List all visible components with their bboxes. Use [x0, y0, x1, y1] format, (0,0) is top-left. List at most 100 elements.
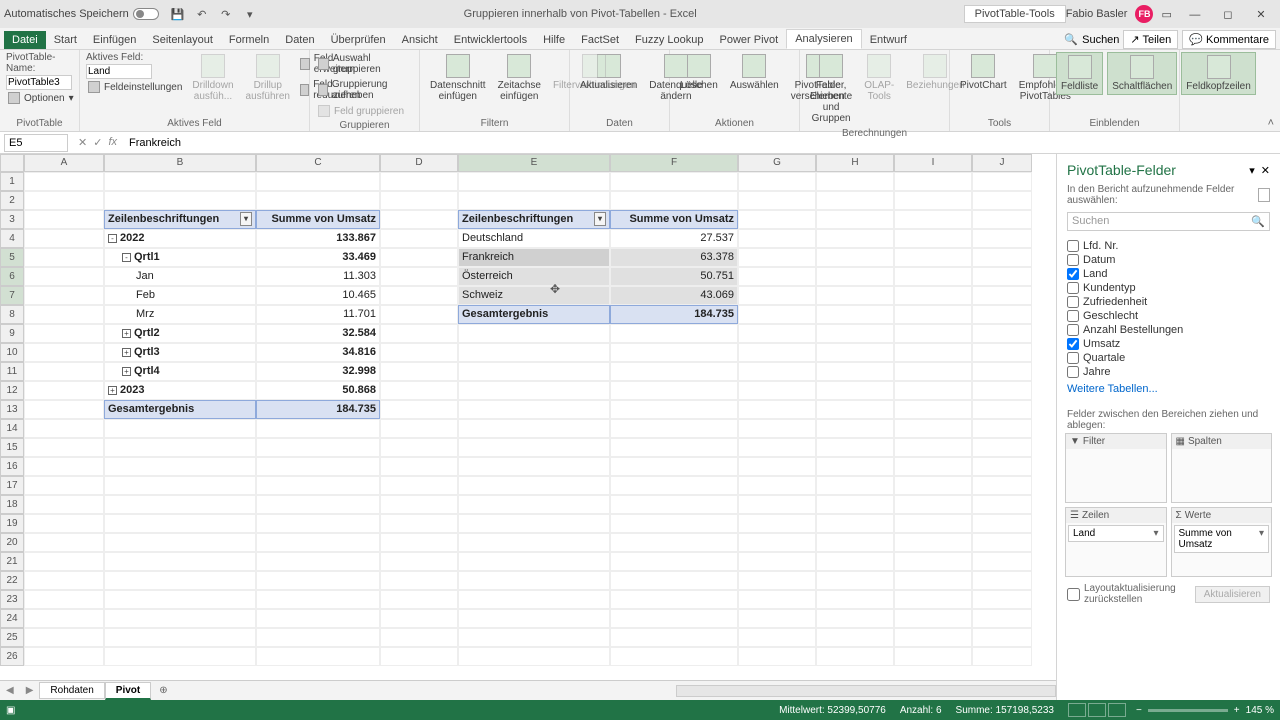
zoom-slider[interactable] — [1148, 709, 1228, 712]
cell[interactable] — [972, 267, 1032, 286]
ribbon-display-icon[interactable]: ▭ — [1161, 8, 1171, 21]
cell[interactable] — [610, 533, 738, 552]
col-header[interactable]: H — [816, 154, 894, 172]
row-header[interactable]: 7 — [0, 286, 24, 305]
cell[interactable] — [816, 552, 894, 571]
cell[interactable] — [256, 514, 380, 533]
tab-start[interactable]: Start — [46, 31, 85, 49]
cell[interactable] — [738, 172, 816, 191]
cell[interactable]: 27.537 — [610, 229, 738, 248]
cell[interactable] — [24, 362, 104, 381]
cell[interactable] — [380, 571, 458, 590]
cell[interactable] — [894, 324, 972, 343]
cell[interactable] — [256, 419, 380, 438]
cell[interactable] — [894, 571, 972, 590]
cell[interactable] — [816, 267, 894, 286]
comments-button[interactable]: 💬 Kommentare — [1182, 30, 1276, 49]
cell[interactable]: 34.816 — [256, 343, 380, 362]
cell[interactable] — [738, 191, 816, 210]
cell[interactable] — [972, 533, 1032, 552]
zoom-in-icon[interactable]: + — [1234, 705, 1240, 716]
cell[interactable] — [380, 267, 458, 286]
cell[interactable] — [894, 533, 972, 552]
field-item[interactable]: Geschlecht — [1067, 309, 1270, 323]
cell[interactable] — [458, 457, 610, 476]
cell[interactable] — [894, 419, 972, 438]
cell[interactable] — [738, 229, 816, 248]
tab-insert[interactable]: Einfügen — [85, 31, 144, 49]
cell[interactable] — [458, 476, 610, 495]
cell[interactable] — [738, 647, 816, 666]
formula-input[interactable]: Frankreich — [123, 135, 1280, 151]
tab-data[interactable]: Daten — [277, 31, 322, 49]
cell[interactable] — [894, 514, 972, 533]
cell[interactable] — [894, 210, 972, 229]
tab-factset[interactable]: FactSet — [573, 31, 627, 49]
cell[interactable] — [610, 457, 738, 476]
cell[interactable] — [738, 400, 816, 419]
cell[interactable] — [24, 476, 104, 495]
cell[interactable]: +Qrtl2 — [104, 324, 256, 343]
group-selection-button[interactable]: Auswahl gruppieren — [316, 52, 413, 76]
cell[interactable] — [816, 172, 894, 191]
cell[interactable] — [816, 343, 894, 362]
accept-formula-icon[interactable]: ✓ — [93, 136, 102, 149]
cell[interactable] — [610, 590, 738, 609]
cell[interactable] — [816, 514, 894, 533]
cell[interactable] — [972, 495, 1032, 514]
cell[interactable] — [458, 571, 610, 590]
cell[interactable] — [380, 210, 458, 229]
cell[interactable] — [380, 476, 458, 495]
row-header[interactable]: 1 — [0, 172, 24, 191]
cell[interactable] — [458, 343, 610, 362]
cell[interactable]: 133.867 — [256, 229, 380, 248]
cell[interactable] — [24, 628, 104, 647]
minimize-icon[interactable]: — — [1180, 9, 1210, 21]
sheet-nav-next[interactable]: ▶ — [20, 685, 40, 696]
row-header[interactable]: 13 — [0, 400, 24, 419]
cell[interactable] — [24, 647, 104, 666]
horizontal-scrollbar[interactable] — [676, 685, 1056, 697]
col-header[interactable]: J — [972, 154, 1032, 172]
row-header[interactable]: 11 — [0, 362, 24, 381]
cell[interactable] — [816, 381, 894, 400]
cell[interactable] — [972, 172, 1032, 191]
row-header[interactable]: 22 — [0, 571, 24, 590]
cell[interactable] — [104, 457, 256, 476]
cell[interactable] — [380, 248, 458, 267]
cell[interactable] — [256, 476, 380, 495]
cell[interactable] — [380, 514, 458, 533]
insert-timeline-button[interactable]: Zeitachse einfügen — [494, 52, 545, 104]
cell[interactable] — [610, 514, 738, 533]
cell[interactable] — [972, 628, 1032, 647]
field-item[interactable]: Umsatz — [1067, 337, 1270, 351]
cell[interactable] — [458, 514, 610, 533]
user-name[interactable]: Fabio Basler — [1066, 8, 1128, 20]
tab-file[interactable]: Datei — [4, 31, 46, 49]
cell[interactable] — [104, 191, 256, 210]
rows-area[interactable]: ☰ Zeilen Land▾ — [1065, 507, 1167, 577]
avatar[interactable]: FB — [1135, 5, 1153, 23]
cell[interactable] — [972, 381, 1032, 400]
cell[interactable]: Zeilenbeschriftungen▾ — [458, 210, 610, 229]
cell[interactable] — [380, 590, 458, 609]
cell[interactable] — [816, 457, 894, 476]
cell[interactable]: 184.735 — [610, 305, 738, 324]
cell[interactable]: Gesamtergebnis — [104, 400, 256, 419]
gear-icon[interactable] — [1258, 188, 1270, 202]
cell[interactable]: Gesamtergebnis — [458, 305, 610, 324]
col-header[interactable]: D — [380, 154, 458, 172]
cell[interactable] — [104, 628, 256, 647]
tab-developer[interactable]: Entwicklertools — [446, 31, 535, 49]
cell[interactable] — [104, 609, 256, 628]
field-item[interactable]: Datum — [1067, 253, 1270, 267]
cell[interactable]: Österreich — [458, 267, 610, 286]
cell[interactable] — [972, 552, 1032, 571]
cell[interactable] — [380, 362, 458, 381]
cell[interactable] — [894, 381, 972, 400]
col-header[interactable]: C — [256, 154, 380, 172]
cell[interactable]: Jan — [104, 267, 256, 286]
cell[interactable] — [816, 191, 894, 210]
cell[interactable] — [894, 457, 972, 476]
cell[interactable] — [972, 210, 1032, 229]
